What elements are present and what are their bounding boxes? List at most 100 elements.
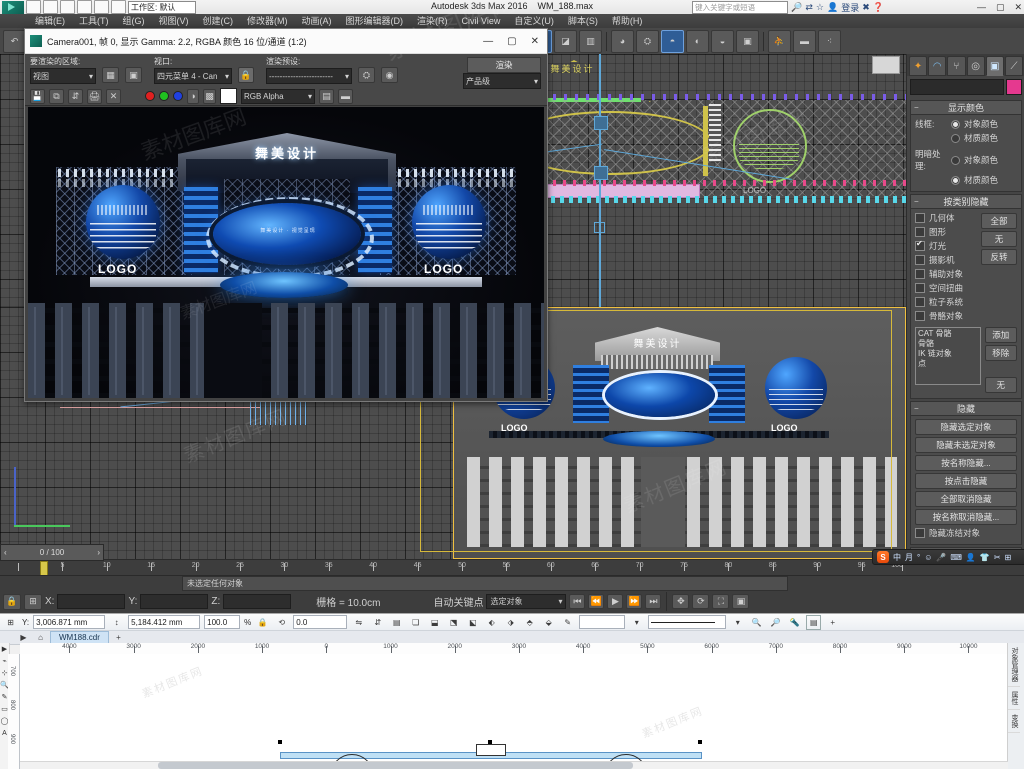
rfw-close-button[interactable]: ✕ [531,36,539,47]
blue-channel-icon[interactable] [173,91,183,101]
rollout-toggle-icon[interactable]: − [914,404,919,413]
zoom-one-icon[interactable]: 🔍 [749,615,764,630]
object-name-row[interactable] [907,76,1024,98]
menu-customize[interactable]: 自定义(U) [507,14,561,28]
window-controls[interactable]: — ▢ ✕ [977,0,1022,14]
weld-icon[interactable]: ⬓ [427,615,442,630]
ime-keyboard-icon[interactable]: ⌨ [950,553,962,562]
clone-image-icon[interactable]: ⇵ [68,88,83,104]
x-coordinate-field[interactable] [57,594,126,609]
ime-skin-icon[interactable]: 👕 [980,553,990,562]
area-to-render-group[interactable]: 要渲染的区域: 视图 ▾ [30,56,96,84]
menu-bar[interactable]: 编辑(E) 工具(T) 组(G) 视图(V) 创建(C) 修改器(M) 动画(A… [0,14,1024,29]
display-tab[interactable]: ▣ [985,56,1004,76]
menu-rendering[interactable]: 渲染(R) [410,14,455,28]
save-image-icon[interactable]: 💾 [30,88,45,104]
utilities-tab[interactable]: ⟋ [1004,56,1024,76]
list-item[interactable]: 骨骼 [918,339,978,349]
menu-animation[interactable]: 动画(A) [295,14,339,28]
absolute-mode-icon[interactable]: ⊞ [24,593,42,610]
outline-pen-icon[interactable]: ✎ [560,615,575,630]
time-slider[interactable]: ‹ 0 / 100 › [0,544,104,561]
ime-emoji-icon[interactable]: ☺ [924,553,932,562]
play-icon[interactable]: ▶ [607,594,624,609]
maximize-viewport-icon[interactable]: ▣ [732,594,750,609]
menu-help[interactable]: 帮助(H) [605,14,650,28]
category-lights[interactable]: 灯光 [915,239,977,252]
green-channel-icon[interactable] [159,91,169,101]
search-area[interactable]: 键入关键字或短语 🔎 ⇄ ☆ 👤 登录 ✖ ❓ [692,1,884,14]
rollout-toggle-icon[interactable]: − [914,103,919,112]
wireframe-material-color-radio[interactable] [951,133,960,143]
hide-frozen-objects-row[interactable]: 隐藏冻结对象 [915,527,1017,539]
category-none-button[interactable]: 无 [981,231,1017,247]
render-preset-group[interactable]: 渲染预设: ------------------------ ▾ [266,56,352,84]
vertical-ruler[interactable]: 700 800 900 [8,654,20,769]
right-docker-bar[interactable]: 对象管理器 属性 变换 [1007,643,1024,769]
timeline-ruler[interactable]: 5 10 15 20 25 30 35 40 45 50 55 60 65 70… [18,560,906,577]
category-shapes[interactable]: 图形 [915,226,977,238]
menu-modifiers[interactable]: 修改器(M) [240,14,295,28]
unhide-all-button[interactable]: 全部取消隐藏 [915,491,1017,507]
wrap-text-icon[interactable]: ❏ [408,615,423,630]
schematic-view-icon[interactable]: ◪ [554,29,577,53]
category-invert-button[interactable]: 反转 [981,249,1017,265]
object-name-input[interactable] [910,79,1004,95]
none-button[interactable]: 无 [984,377,1017,393]
rfw-channel-row[interactable]: 💾 ⧉ ⇵ 🖨 ✕ ◑ ▩ RGB Alpha ▾ ▤ ▬ [25,87,547,106]
chevron-down-icon[interactable]: ▾ [730,615,745,630]
category-helpers[interactable]: 辅助对象 [915,268,977,280]
intersect-icon[interactable]: ⬕ [465,615,480,630]
sliding-window-icon[interactable]: ▥ [579,29,602,53]
category-all-button[interactable]: 全部 [981,213,1017,229]
lock-icon[interactable]: 🔒 [238,67,254,83]
menu-edit[interactable]: 编辑(E) [28,14,72,28]
checkbox[interactable] [915,227,925,237]
user-icon[interactable]: 👤 [827,2,838,13]
category-bone-objects[interactable]: 骨骼对象 [915,310,977,322]
monochrome-icon[interactable]: ▩ [203,88,216,104]
rollout-header[interactable]: − 显示颜色 [911,101,1021,115]
modify-tab[interactable]: ◠ [928,56,947,76]
outline-width-field[interactable] [579,615,626,629]
rollout-header[interactable]: − 按类别隐藏 [911,195,1021,209]
toggle-ui-icon[interactable]: ▤ [319,88,334,104]
list-item[interactable]: IK 链对象 [918,349,978,359]
viewport-dropdown[interactable]: 四元菜单 4 - Can ▾ [154,68,232,84]
copy-image-icon[interactable]: ⧉ [49,88,64,104]
status-bar[interactable]: 未选定任何对象 🔒 ⊞ X: Y: Z: 栅格 = 10.0cm 自动关键点 选… [0,575,1024,614]
bone-category-list[interactable]: CAT 骨骼 骨骼 IK 链对象 点 [915,327,981,385]
go-to-end-icon[interactable]: ⏭ [645,594,662,609]
next-frame-arrow[interactable]: › [97,548,100,557]
render-preset-dropdown[interactable]: ------------------------ ▾ [266,68,352,84]
rollout-header[interactable]: − 隐藏 [911,402,1021,416]
command-panel[interactable]: ✦ ◠ ⑂ ◎ ▣ ⟋ − 显示颜色 线框: 对象颜色 材质颜色 明暗处理: 对… [906,54,1024,559]
line-style-field[interactable] [648,615,727,629]
menu-graph-editors[interactable]: 图形编辑器(D) [339,14,411,28]
docker-properties[interactable]: 属性 [1008,687,1020,710]
rfw-controls-row[interactable]: 要渲染的区域: 视图 ▾ ▦ ▣ 视口: 四元菜单 4 - Can ▾ 🔒 渲染预设… [25,54,547,89]
checkbox[interactable] [915,255,925,265]
selection-handle[interactable] [278,740,282,744]
menu-scripting[interactable]: 脚本(S) [561,14,605,28]
docker-transform[interactable]: 变换 [1008,710,1020,733]
close-button[interactable]: ✕ [1014,2,1022,13]
y-position-field[interactable]: 3,006.871 mm [33,615,106,629]
populate-icon[interactable]: ⛹ [768,29,791,53]
render-button[interactable]: 渲染 [467,57,541,73]
zoom-tool-icon[interactable]: 🔦 [787,615,802,630]
ime-toolbox-icon[interactable]: ⊞ [1005,553,1012,562]
category-particle-systems[interactable]: 粒子系统 [915,296,977,308]
render-iterative-icon[interactable]: ◒ [711,29,734,53]
add-button[interactable]: 添加 [984,327,1017,343]
front-minus-back-icon[interactable]: ⬗ [503,615,518,630]
category-geometry[interactable]: 几何体 [915,212,977,224]
create-tab[interactable]: ✦ [909,56,928,76]
checkbox[interactable] [915,297,925,307]
height-field[interactable]: 5,184.412 mm [128,615,201,629]
lock-selection-icon[interactable]: 🔒 [3,593,21,610]
rotation-angle-icon[interactable]: ⟲ [274,615,289,630]
orbit-icon[interactable]: ⟳ [692,594,710,609]
drawing-canvas[interactable]: 素材图库网 素材图库网 [20,654,1008,769]
help-icon[interactable]: ❓ [873,2,884,13]
